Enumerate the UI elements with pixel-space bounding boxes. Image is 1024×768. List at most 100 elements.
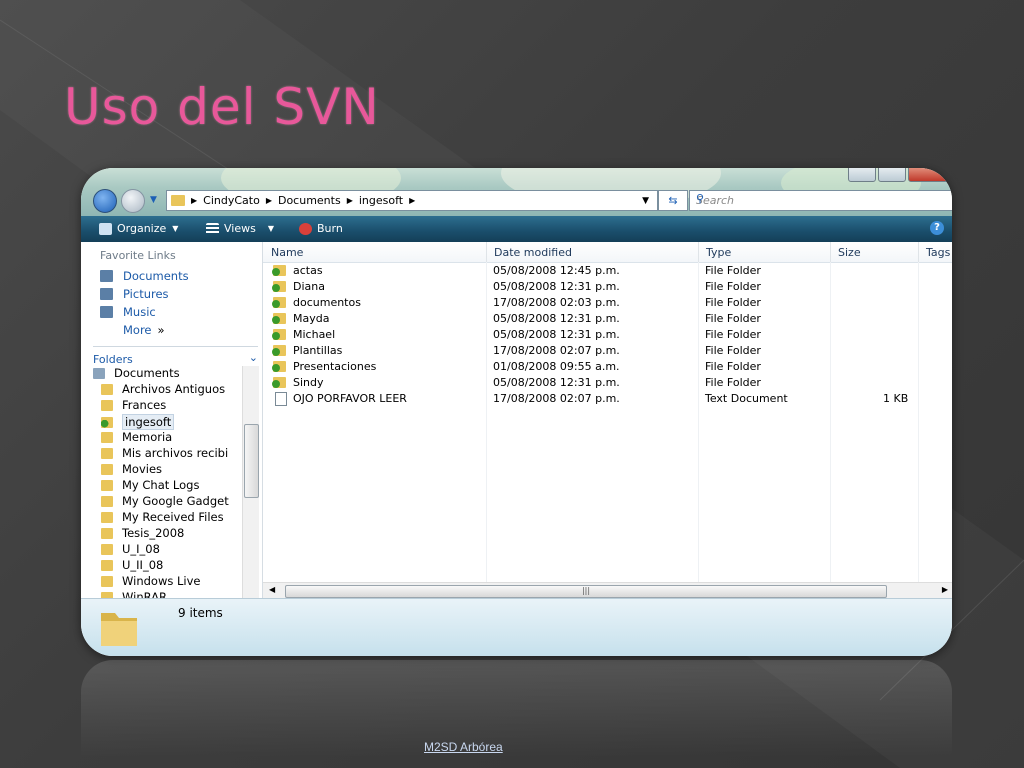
tree-item[interactable]: Documents — [93, 366, 180, 380]
tree-item[interactable]: Frances — [101, 398, 166, 412]
scrollbar-thumb[interactable] — [244, 424, 259, 498]
horizontal-scrollbar[interactable]: ◀ ||| ▶ — [263, 582, 952, 599]
folder-icon — [101, 613, 137, 646]
column-header-type[interactable]: Type — [698, 242, 831, 262]
column-header-name[interactable]: Name — [263, 242, 487, 262]
chevron-right-icon[interactable]: ▶ — [266, 196, 272, 205]
column-header-date[interactable]: Date modified — [486, 242, 699, 262]
search-input[interactable]: Search ⚲ — [689, 190, 952, 211]
tree-item-label: My Google Gadget — [122, 494, 229, 508]
table-row[interactable]: Plantillas 17/08/2008 02:07 p.m. File Fo… — [263, 343, 952, 359]
refresh-button[interactable]: ⇆ — [658, 190, 688, 211]
breadcrumb-item[interactable]: CindyCato — [203, 194, 260, 207]
table-row[interactable]: Sindy 05/08/2008 12:31 p.m. File Folder — [263, 375, 952, 391]
burn-button[interactable]: Burn — [299, 222, 343, 235]
views-icon — [206, 222, 219, 235]
pictures-icon — [100, 288, 113, 300]
close-button[interactable] — [908, 168, 952, 182]
file-date: 05/08/2008 12:31 p.m. — [493, 280, 620, 293]
tree-item-label: Frances — [122, 398, 167, 412]
tree-item[interactable]: U_I_08 — [101, 542, 160, 556]
tree-item-label: Mis archivos recibi — [122, 446, 229, 460]
tree-item-label: My Received Files — [122, 510, 224, 524]
footer-link[interactable]: M2SD Arbórea — [424, 740, 503, 754]
folder-icon — [101, 511, 113, 523]
tree-item[interactable]: My Received Files — [101, 510, 224, 524]
folders-header[interactable]: Folders ⌄ — [93, 346, 258, 366]
tree-item-label: Documents — [114, 366, 180, 380]
favorite-link-music[interactable]: Music — [100, 305, 156, 319]
favorite-link-documents[interactable]: Documents — [100, 269, 189, 283]
back-button[interactable] — [93, 189, 117, 213]
search-icon[interactable]: ⚲ — [696, 192, 946, 205]
favorite-link-label: Music — [123, 305, 156, 319]
table-row[interactable]: Diana 05/08/2008 12:31 p.m. File Folder — [263, 279, 952, 295]
favorite-link-pictures[interactable]: Pictures — [100, 287, 169, 301]
breadcrumb-item[interactable]: Documents — [278, 194, 341, 207]
chevron-right-icon[interactable]: ▶ — [347, 196, 353, 205]
tree-item[interactable]: Tesis_2008 — [101, 526, 184, 540]
file-name: OJO PORFAVOR LEER — [293, 392, 407, 405]
documents-icon — [93, 367, 105, 379]
tree-item[interactable]: Movies — [101, 462, 162, 476]
favorite-links-header: Favorite Links — [100, 249, 176, 262]
chevron-down-icon[interactable]: ▼ — [642, 196, 649, 206]
tree-item-label: U_I_08 — [122, 542, 160, 556]
chevron-right-icon[interactable]: ▶ — [191, 196, 197, 205]
column-label: Type — [706, 246, 732, 259]
file-date: 17/08/2008 02:07 p.m. — [493, 392, 620, 405]
scrollbar-thumb[interactable]: ||| — [285, 585, 887, 598]
tree-item[interactable]: My Google Gadget — [101, 494, 229, 508]
forward-button[interactable] — [121, 189, 145, 213]
slide-title: Uso del SVN — [64, 78, 380, 136]
tree-item-label: WinRAR — [122, 590, 167, 598]
file-name: Michael — [293, 328, 336, 341]
table-row[interactable]: Michael 05/08/2008 12:31 p.m. File Folde… — [263, 327, 952, 343]
tree-scrollbar[interactable] — [242, 366, 259, 598]
favorite-link-more[interactable]: More » — [123, 323, 165, 337]
column-header-size[interactable]: Size — [830, 242, 919, 262]
folder-icon — [101, 559, 113, 571]
tree-item[interactable]: Mis archivos recibi — [101, 446, 228, 460]
recent-pages-dropdown[interactable]: ▼ — [150, 195, 157, 205]
tree-item[interactable]: U_II_08 — [101, 558, 163, 572]
tree-item[interactable]: Memoria — [101, 430, 172, 444]
table-row[interactable]: OJO PORFAVOR LEER 17/08/2008 02:07 p.m. … — [263, 391, 952, 407]
scroll-right-icon[interactable]: ▶ — [942, 585, 948, 594]
folder-tree: Documents Archivos Antiguos Frances inge… — [93, 366, 241, 598]
svn-folder-icon — [272, 313, 286, 324]
tree-item[interactable]: ingesoft — [101, 414, 175, 430]
table-row[interactable]: Presentaciones 01/08/2008 09:55 a.m. Fil… — [263, 359, 952, 375]
table-row[interactable]: actas 05/08/2008 12:45 p.m. File Folder — [263, 263, 952, 279]
folder-icon — [101, 383, 113, 395]
organize-button[interactable]: Organize ▼ — [99, 222, 178, 235]
burn-icon — [299, 222, 312, 235]
svn-folder-icon — [272, 281, 286, 292]
table-row[interactable]: Mayda 05/08/2008 12:31 p.m. File Folder — [263, 311, 952, 327]
minimize-button[interactable] — [848, 168, 876, 182]
file-name: Mayda — [293, 312, 330, 325]
views-button[interactable]: Views ▼ — [206, 222, 274, 235]
file-name: Sindy — [293, 376, 324, 389]
chevron-down-icon[interactable]: ⌄ — [249, 351, 258, 364]
chevron-down-icon: ▼ — [172, 224, 179, 233]
chevron-right-icon[interactable]: ▶ — [409, 196, 415, 205]
tree-item[interactable]: WinRAR — [101, 590, 167, 598]
help-icon[interactable]: ? — [930, 221, 944, 235]
column-label: Date modified — [494, 246, 572, 259]
scroll-left-icon[interactable]: ◀ — [269, 585, 275, 594]
breadcrumb-item[interactable]: ingesoft — [359, 194, 403, 207]
tree-item[interactable]: Archivos Antiguos — [101, 382, 225, 396]
table-row[interactable]: documentos 17/08/2008 02:03 p.m. File Fo… — [263, 295, 952, 311]
tree-item[interactable]: Windows Live — [101, 574, 200, 588]
address-bar[interactable]: ▶ CindyCato ▶ Documents ▶ ingesoft ▶ ▼ — [166, 190, 658, 211]
column-header-tags[interactable]: Tags — [918, 242, 952, 262]
maximize-button[interactable] — [878, 168, 906, 182]
folders-header-label: Folders — [93, 353, 133, 366]
file-name: Diana — [293, 280, 325, 293]
folder-icon — [101, 495, 113, 507]
tree-item-label: Memoria — [122, 430, 173, 444]
tree-item[interactable]: My Chat Logs — [101, 478, 199, 492]
organize-icon — [99, 222, 112, 235]
burn-label: Burn — [317, 222, 343, 235]
